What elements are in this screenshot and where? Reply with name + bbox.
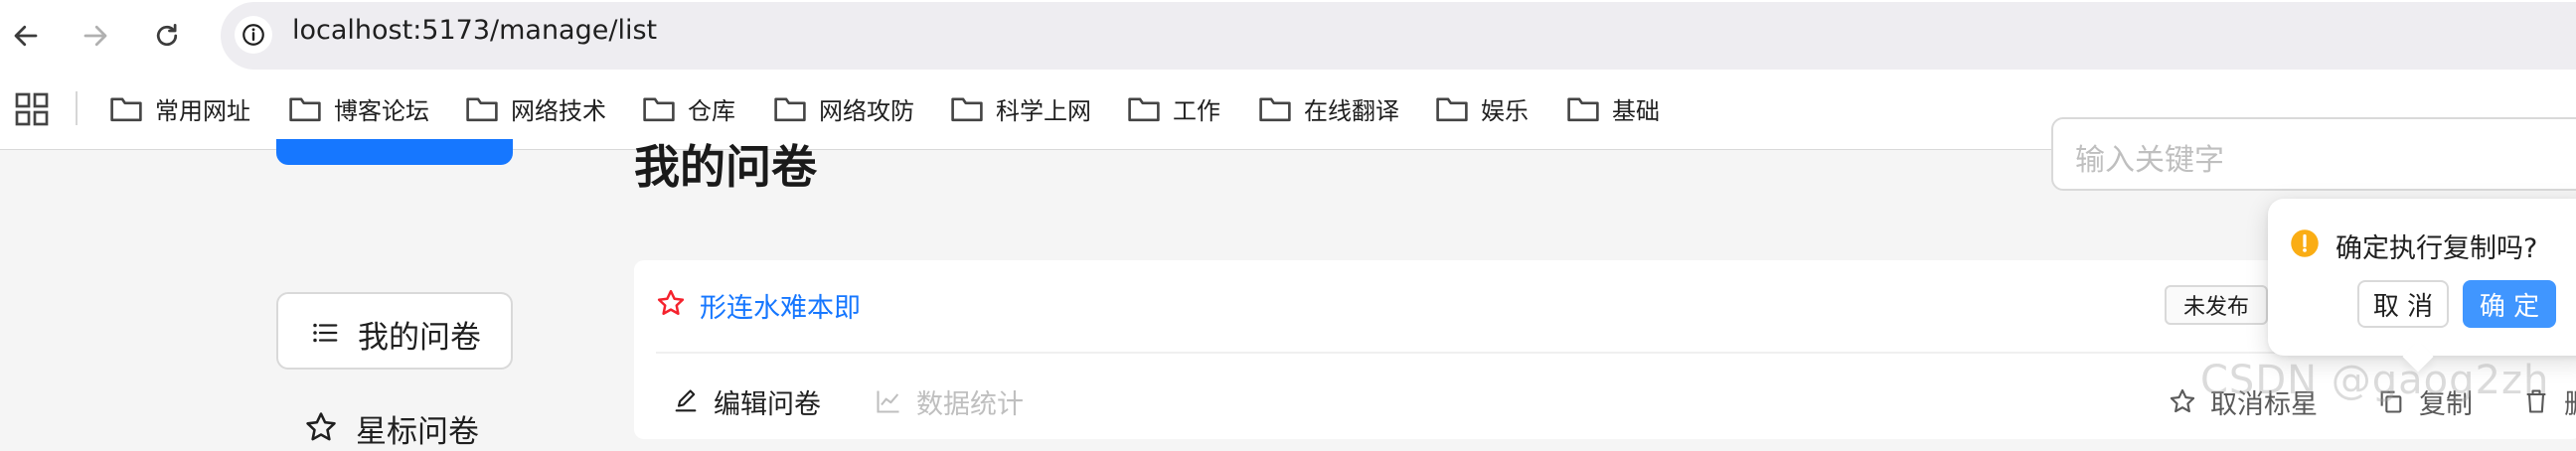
- create-questionnaire-button[interactable]: [276, 139, 513, 165]
- folder-icon: [1128, 97, 1160, 122]
- bookmark-label: 常用网址: [155, 96, 250, 125]
- folder-icon: [951, 97, 983, 122]
- bookmark-folder[interactable]: 博客论坛: [288, 87, 429, 129]
- folder-icon: [1436, 97, 1468, 122]
- folder-icon: [110, 97, 142, 122]
- edit-questionnaire-button[interactable]: 编辑问卷: [672, 381, 821, 421]
- bookmark-folder[interactable]: 常用网址: [109, 87, 250, 129]
- bookmark-label: 在线翻译: [1304, 96, 1399, 125]
- bookmark-folder[interactable]: 网络技术: [465, 87, 606, 129]
- back-button[interactable]: [4, 14, 48, 58]
- edit-icon: [675, 389, 697, 412]
- folder-icon: [1259, 97, 1291, 122]
- popconfirm-message: 确定执行复制吗?: [2335, 233, 2538, 264]
- exclamation-circle-icon: [2291, 229, 2319, 257]
- bookmark-folder[interactable]: 科学上网: [950, 87, 1091, 129]
- arrow-left-icon: [14, 25, 38, 47]
- bookmark-label: 网络攻防: [819, 96, 914, 125]
- info-icon: [242, 24, 264, 46]
- arrow-right-icon: [83, 25, 107, 47]
- action-label: 编辑问卷: [714, 388, 821, 420]
- bookmark-label: 博客论坛: [334, 96, 429, 125]
- reload-icon: [156, 24, 178, 47]
- cancel-button[interactable]: 取 消: [2357, 280, 2449, 328]
- questionnaire-title-link[interactable]: 形连水难本即: [700, 286, 861, 325]
- bookmark-folder[interactable]: 仓库: [642, 87, 735, 129]
- folder-icon: [466, 97, 498, 122]
- bookmark-label: 网络技术: [511, 96, 606, 125]
- action-label: 删: [2564, 382, 2576, 421]
- star-icon: [657, 289, 685, 315]
- copy-popconfirm: [2268, 199, 2576, 356]
- star-icon: [306, 412, 336, 441]
- forward-button[interactable]: [74, 14, 117, 58]
- page-title: 我的问卷: [634, 140, 817, 194]
- site-info-button[interactable]: [235, 16, 272, 54]
- list-icon: [313, 323, 338, 343]
- folder-icon: [643, 97, 675, 122]
- bookmark-folder[interactable]: 在线翻译: [1258, 87, 1399, 129]
- card-divider: [656, 352, 2544, 354]
- status-badge: 未发布: [2165, 285, 2268, 325]
- folder-icon: [774, 97, 806, 122]
- bookmark-folder[interactable]: 娱乐: [1435, 87, 1529, 129]
- data-statistics-button[interactable]: 数据统计: [875, 381, 1024, 421]
- apps-grid-icon[interactable]: [14, 91, 50, 127]
- search-placeholder: 输入关键字: [2075, 143, 2224, 178]
- sidebar-item-label: 我的问卷: [358, 320, 481, 356]
- bookmark-label: 仓库: [688, 96, 735, 125]
- star-icon: [2170, 388, 2195, 413]
- sidebar-item-my-questionnaires[interactable]: 我的问卷: [276, 292, 513, 370]
- url-text[interactable]: localhost:5173/manage/list: [292, 15, 657, 46]
- bookmark-label: 娱乐: [1481, 96, 1529, 125]
- bookmark-label: 基础: [1612, 96, 1660, 125]
- watermark: CSDN @gaog2zh: [2200, 358, 2550, 403]
- confirm-button[interactable]: 确 定: [2463, 280, 2556, 328]
- action-label: 数据统计: [916, 388, 1024, 420]
- folder-icon: [289, 97, 321, 122]
- bookmark-label: 科学上网: [996, 96, 1091, 125]
- folder-icon: [1567, 97, 1599, 122]
- line-chart-icon: [877, 390, 899, 413]
- bookmark-folder[interactable]: 基础: [1566, 87, 1660, 129]
- bookmark-folder[interactable]: 工作: [1127, 87, 1220, 129]
- bookmark-label: 工作: [1173, 96, 1220, 125]
- reload-button[interactable]: [145, 14, 189, 58]
- bookmarks-divider: [76, 91, 78, 125]
- bookmark-folder[interactable]: 网络攻防: [773, 87, 914, 129]
